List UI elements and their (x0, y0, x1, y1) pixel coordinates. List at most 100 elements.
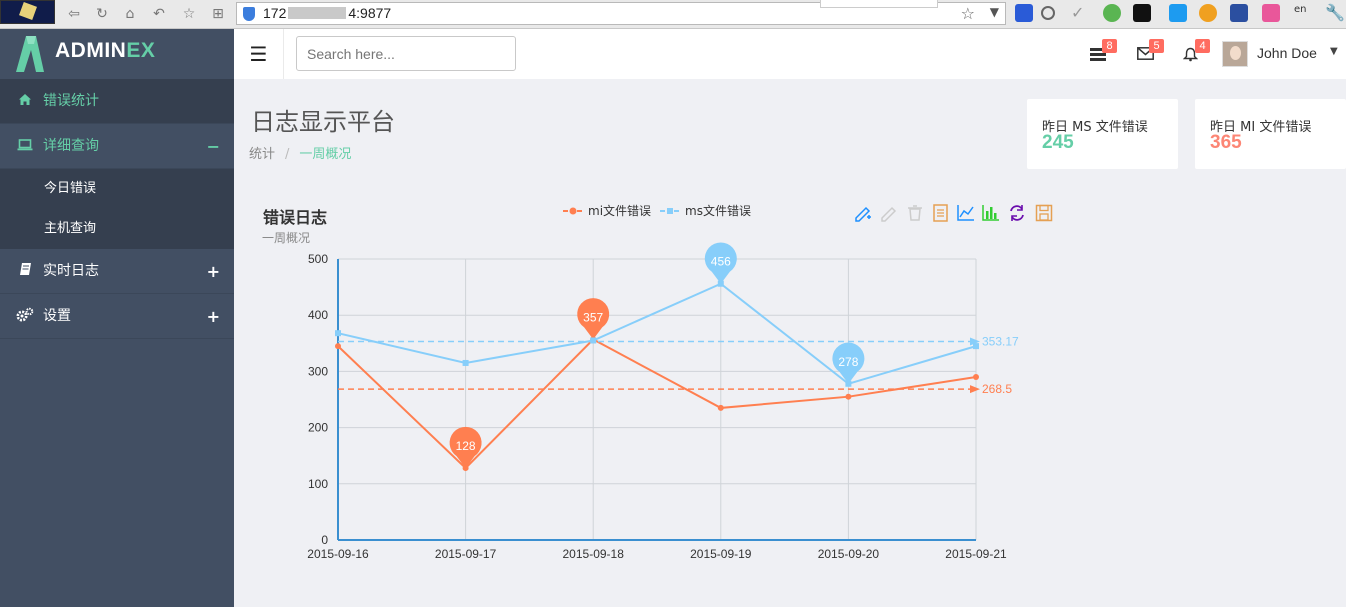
menu-toggle-icon[interactable]: ☰ (234, 29, 284, 79)
average-label: 268.5 (982, 382, 1012, 396)
check-extension-icon[interactable]: ✓ (1071, 4, 1089, 22)
bar-chart-icon[interactable] (982, 205, 999, 221)
sidebar-item-detail-query[interactable]: 详细查询 − (0, 124, 234, 169)
markpoint-label: 357 (583, 310, 603, 324)
back-icon[interactable]: ⇦ (65, 5, 83, 23)
browser-logo-icon[interactable] (0, 0, 55, 24)
data-point[interactable] (717, 404, 724, 411)
star-extension-icon[interactable] (1230, 4, 1248, 22)
markpoint-label: 128 (456, 439, 476, 453)
sidebar: ADMINEX 错误统计 详细查询 − 今日错误 主机查询 实时日志 + 设置 … (0, 29, 234, 607)
sidebar-item-label: 详细查询 (43, 138, 99, 154)
security-shield-icon (243, 7, 255, 21)
url-mask (288, 7, 347, 19)
data-view-icon[interactable] (933, 204, 948, 222)
series-line (337, 282, 977, 385)
sidebar-subitem-host-query[interactable]: 主机查询 (0, 209, 234, 249)
x-tick-label: 2015-09-17 (435, 547, 497, 561)
data-point[interactable] (973, 343, 979, 350)
mark-clear-icon[interactable] (908, 205, 922, 221)
favorite-icon[interactable]: ☆ (180, 5, 198, 23)
data-point[interactable] (973, 374, 979, 381)
stat-value: 365 (1210, 132, 1242, 153)
orange-extension-icon[interactable] (1199, 4, 1217, 22)
laptop-icon (15, 124, 35, 169)
sidebar-item-settings[interactable]: 设置 + (0, 294, 234, 339)
legend-marker[interactable] (667, 208, 673, 214)
chart-subtitle: 一周概况 (262, 231, 311, 245)
caret-down-icon: ▼ (1330, 46, 1338, 57)
line-chart-icon[interactable] (957, 205, 974, 221)
stat-card-ms: 昨日 MS 文件错误 245 (1027, 99, 1178, 169)
search-extension-icon[interactable] (1041, 6, 1055, 20)
messages-badge: 5 (1149, 39, 1164, 53)
stat-value: 245 (1042, 132, 1074, 153)
y-tick-label: 0 (321, 533, 328, 547)
tasks-notification[interactable]: 8 (1088, 39, 1120, 69)
y-tick-label: 300 (308, 364, 328, 378)
save-image-icon[interactable] (1035, 204, 1053, 222)
x-tick-label: 2015-09-16 (307, 547, 369, 561)
alerts-badge: 4 (1195, 39, 1210, 53)
url-text[interactable]: 172 4:9877 (263, 5, 391, 21)
blue-extension-icon[interactable] (1169, 4, 1187, 22)
sidebar-item-label: 设置 (43, 308, 71, 324)
undo-icon[interactable]: ↶ (150, 5, 168, 23)
paw-extension-icon[interactable] (1015, 4, 1033, 22)
alerts-notification[interactable]: 4 (1181, 39, 1213, 69)
sidebar-subitem-label: 今日错误 (44, 181, 97, 196)
sun-extension-icon[interactable] (1133, 4, 1151, 22)
series-line (337, 338, 977, 470)
sidebar-subitem-label: 主机查询 (44, 221, 97, 236)
book-icon (15, 249, 35, 294)
legend-label[interactable]: ms文件错误 (685, 203, 751, 218)
sidebar-subitem-today-errors[interactable]: 今日错误 (0, 169, 234, 209)
data-point[interactable] (335, 330, 341, 337)
dropdown-icon[interactable]: ▼ (990, 5, 999, 19)
ticket-extension-icon[interactable] (1262, 4, 1280, 22)
data-point[interactable] (845, 393, 852, 400)
green-extension-icon[interactable] (1103, 4, 1121, 22)
x-tick-label: 2015-09-20 (818, 547, 880, 561)
brand-logo[interactable]: ADMINEX (0, 29, 234, 79)
y-tick-label: 400 (308, 308, 328, 322)
y-tick-label: 500 (308, 252, 328, 266)
mark-pen-icon[interactable] (855, 206, 871, 222)
mark-undo-icon[interactable] (881, 206, 897, 222)
markpoint-label: 456 (711, 255, 731, 269)
breadcrumb: 统计 / 一周概况 (249, 143, 351, 162)
data-point[interactable] (590, 337, 597, 344)
home-browser-icon[interactable]: ⌂ (121, 5, 139, 23)
search-input[interactable] (296, 36, 516, 71)
collapse-icon[interactable]: − (207, 124, 220, 169)
cogs-icon (15, 294, 35, 339)
data-point[interactable] (335, 343, 341, 350)
expand-icon[interactable]: + (207, 294, 220, 339)
x-tick-label: 2015-09-19 (690, 547, 752, 561)
grid-icon[interactable]: ⊞ (209, 5, 227, 23)
bookmark-star-icon[interactable]: ☆ (961, 4, 975, 23)
sidebar-item-error-stats[interactable]: 错误统计 (0, 79, 234, 124)
restore-icon[interactable] (1010, 205, 1024, 221)
reload-icon[interactable]: ↻ (93, 5, 111, 23)
data-point[interactable] (462, 359, 469, 366)
speed-indicator (820, 0, 938, 8)
messages-notification[interactable]: 5 (1135, 39, 1167, 69)
average-arrow (970, 385, 980, 394)
legend-marker[interactable] (569, 207, 577, 215)
line-chart: 0 100 200 300 400 500 2015-09-16 2015-09-17 2015… (307, 203, 1053, 561)
url-prefix: 172 (263, 5, 287, 21)
chart-panel: 0 100 200 300 400 500 2015-09-16 2015-09-17 2015… (250, 192, 1070, 582)
breadcrumb-item[interactable]: 统计 (249, 147, 275, 162)
x-tick-label: 2015-09-18 (563, 547, 625, 561)
legend-label[interactable]: mi文件错误 (588, 203, 651, 218)
sidebar-item-realtime-log[interactable]: 实时日志 + (0, 249, 234, 294)
avatar (1222, 41, 1248, 67)
sidebar-item-label: 错误统计 (43, 93, 99, 109)
breadcrumb-separator: / (285, 147, 290, 162)
wrench-icon[interactable]: 🔧 (1325, 4, 1345, 22)
tasks-badge: 8 (1102, 39, 1117, 53)
user-name: John Doe (1257, 45, 1317, 61)
expand-icon[interactable]: + (207, 249, 220, 294)
language-extension-icon[interactable]: en (1294, 4, 1312, 22)
